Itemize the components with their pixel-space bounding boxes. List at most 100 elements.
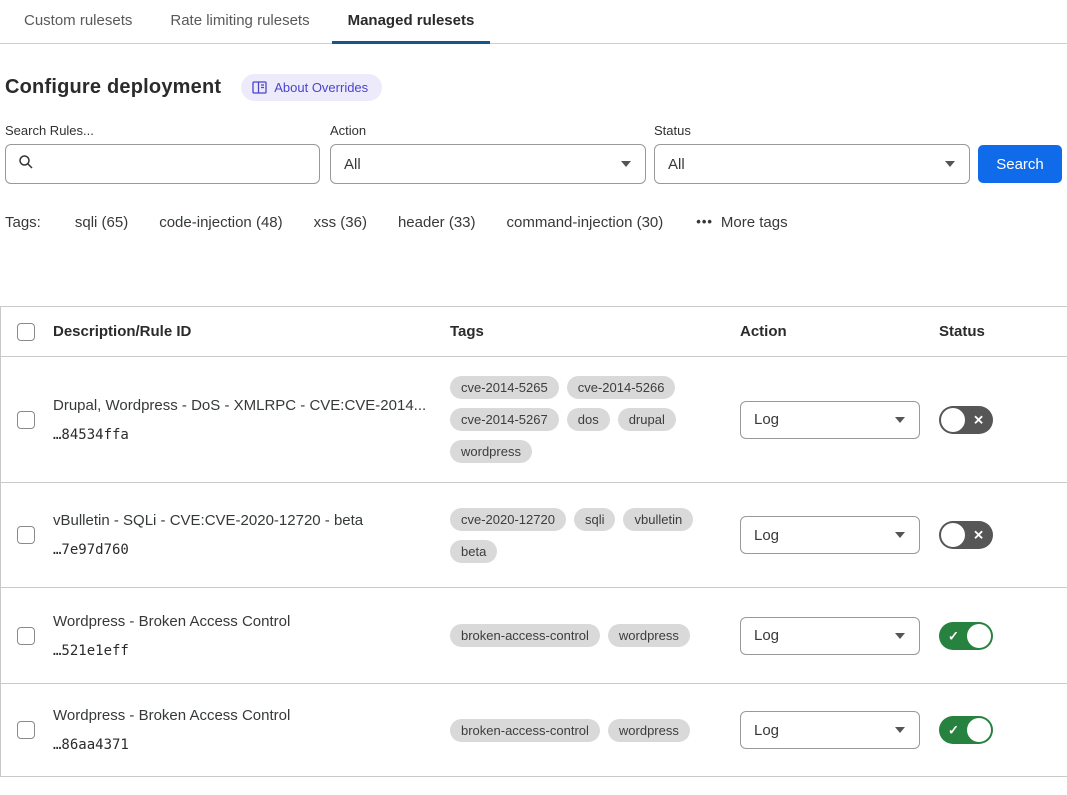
tag-pill: broken-access-control: [450, 624, 600, 647]
status-filter-value: All: [668, 156, 685, 173]
status-toggle[interactable]: ✓ ✕: [939, 716, 993, 744]
col-action: Action: [740, 323, 939, 340]
rule-id: …521e1eff: [53, 643, 450, 659]
rule-tags: broken-access-control wordpress: [450, 624, 740, 647]
action-filter-group: Action All: [330, 123, 654, 184]
action-filter-select[interactable]: All: [330, 144, 646, 184]
rule-tags: broken-access-control wordpress: [450, 719, 740, 742]
table-row: Drupal, Wordpress - DoS - XMLRPC - CVE:C…: [1, 356, 1067, 482]
table-row: Wordpress - Broken Access Control …86aa4…: [1, 683, 1067, 777]
tag-pill: drupal: [618, 408, 676, 431]
action-filter-value: All: [344, 156, 361, 173]
col-description: Description/Rule ID: [53, 323, 450, 340]
tag-pill: cve-2014-5265: [450, 376, 559, 399]
row-checkbox[interactable]: [17, 627, 35, 645]
chevron-down-icon: [621, 161, 631, 167]
tags-bar-label: Tags:: [5, 214, 41, 231]
status-filter-label: Status: [654, 123, 978, 138]
cross-icon: ✕: [973, 529, 984, 542]
row-checkbox[interactable]: [17, 526, 35, 544]
ellipsis-icon: •••: [696, 214, 713, 229]
toggle-knob: [967, 718, 991, 742]
chevron-down-icon: [895, 633, 905, 639]
tag-pill: sqli: [574, 508, 616, 531]
page-header: Configure deployment About Overrides: [5, 74, 1067, 101]
rule-action-value: Log: [754, 411, 779, 428]
toggle-knob: [941, 523, 965, 547]
rule-action-select[interactable]: Log: [740, 401, 920, 439]
check-icon: ✓: [948, 724, 959, 737]
rules-table: Description/Rule ID Tags Action Status D…: [0, 306, 1067, 777]
rule-description: Wordpress - Broken Access Control: [53, 707, 450, 724]
search-group: Search Rules...: [5, 123, 330, 184]
rule-description: Wordpress - Broken Access Control: [53, 613, 450, 630]
rule-tags: cve-2020-12720 sqli vbulletin beta: [450, 508, 740, 563]
tags-bar: Tags: sqli (65) code-injection (48) xss …: [5, 214, 1067, 231]
check-icon: ✓: [948, 629, 959, 642]
rule-action-value: Log: [754, 527, 779, 544]
status-filter-group: Status All: [654, 123, 978, 184]
cross-icon: ✕: [973, 413, 984, 426]
chevron-down-icon: [945, 161, 955, 167]
col-tags: Tags: [450, 323, 740, 340]
chevron-down-icon: [895, 532, 905, 538]
about-overrides-label: About Overrides: [274, 80, 368, 95]
search-input[interactable]: [42, 145, 319, 183]
tag-pill: vbulletin: [623, 508, 693, 531]
action-filter-label: Action: [330, 123, 654, 138]
about-overrides-badge[interactable]: About Overrides: [241, 74, 382, 101]
rule-action-select[interactable]: Log: [740, 516, 920, 554]
tab-managed-rulesets[interactable]: Managed rulesets: [332, 0, 491, 44]
tab-rate-limiting-rulesets[interactable]: Rate limiting rulesets: [154, 0, 325, 44]
tag-pill: cve-2014-5266: [567, 376, 676, 399]
status-toggle[interactable]: ✓ ✕: [939, 406, 993, 434]
tag-pill: broken-access-control: [450, 719, 600, 742]
page-title: Configure deployment: [5, 76, 221, 99]
tag-pill: dos: [567, 408, 610, 431]
chevron-down-icon: [895, 417, 905, 423]
status-toggle[interactable]: ✓ ✕: [939, 622, 993, 650]
col-status: Status: [939, 323, 1067, 340]
tag-link-sqli[interactable]: sqli (65): [75, 214, 128, 231]
more-tags-button[interactable]: ••• More tags: [696, 214, 787, 231]
book-icon: [252, 81, 267, 94]
table-row: Wordpress - Broken Access Control …521e1…: [1, 587, 1067, 683]
row-checkbox[interactable]: [17, 411, 35, 429]
tab-custom-rulesets[interactable]: Custom rulesets: [8, 0, 148, 44]
filter-row: Search Rules... Action All Status All Se…: [5, 123, 1067, 184]
ruleset-tabbar: Custom rulesets Rate limiting rulesets M…: [0, 0, 1067, 44]
tag-link-command-injection[interactable]: command-injection (30): [507, 214, 664, 231]
tag-link-xss[interactable]: xss (36): [314, 214, 367, 231]
rule-id: …84534ffa: [53, 427, 450, 443]
tag-pill: wordpress: [608, 624, 690, 647]
table-header-row: Description/Rule ID Tags Action Status: [1, 306, 1067, 356]
rule-description: Drupal, Wordpress - DoS - XMLRPC - CVE:C…: [53, 397, 450, 414]
status-filter-select[interactable]: All: [654, 144, 970, 184]
search-icon: [18, 154, 34, 175]
tag-pill: beta: [450, 540, 497, 563]
tag-pill: wordpress: [608, 719, 690, 742]
rule-tags: cve-2014-5265 cve-2014-5266 cve-2014-526…: [450, 376, 740, 463]
rule-action-value: Log: [754, 627, 779, 644]
table-row: vBulletin - SQLi - CVE:CVE-2020-12720 - …: [1, 482, 1067, 587]
tag-link-code-injection[interactable]: code-injection (48): [159, 214, 282, 231]
tag-link-header[interactable]: header (33): [398, 214, 476, 231]
status-toggle[interactable]: ✓ ✕: [939, 521, 993, 549]
search-label: Search Rules...: [5, 123, 330, 138]
search-button[interactable]: Search: [978, 145, 1062, 183]
tag-pill: cve-2020-12720: [450, 508, 566, 531]
row-checkbox[interactable]: [17, 721, 35, 739]
rule-action-value: Log: [754, 722, 779, 739]
rule-action-select[interactable]: Log: [740, 617, 920, 655]
rule-action-select[interactable]: Log: [740, 711, 920, 749]
toggle-knob: [967, 624, 991, 648]
search-box: [5, 144, 320, 184]
chevron-down-icon: [895, 727, 905, 733]
toggle-knob: [941, 408, 965, 432]
tag-pill: cve-2014-5267: [450, 408, 559, 431]
rule-description: vBulletin - SQLi - CVE:CVE-2020-12720 - …: [53, 512, 450, 529]
tag-pill: wordpress: [450, 440, 532, 463]
more-tags-label: More tags: [721, 214, 788, 231]
rule-id: …7e97d760: [53, 542, 450, 558]
select-all-checkbox[interactable]: [17, 323, 35, 341]
